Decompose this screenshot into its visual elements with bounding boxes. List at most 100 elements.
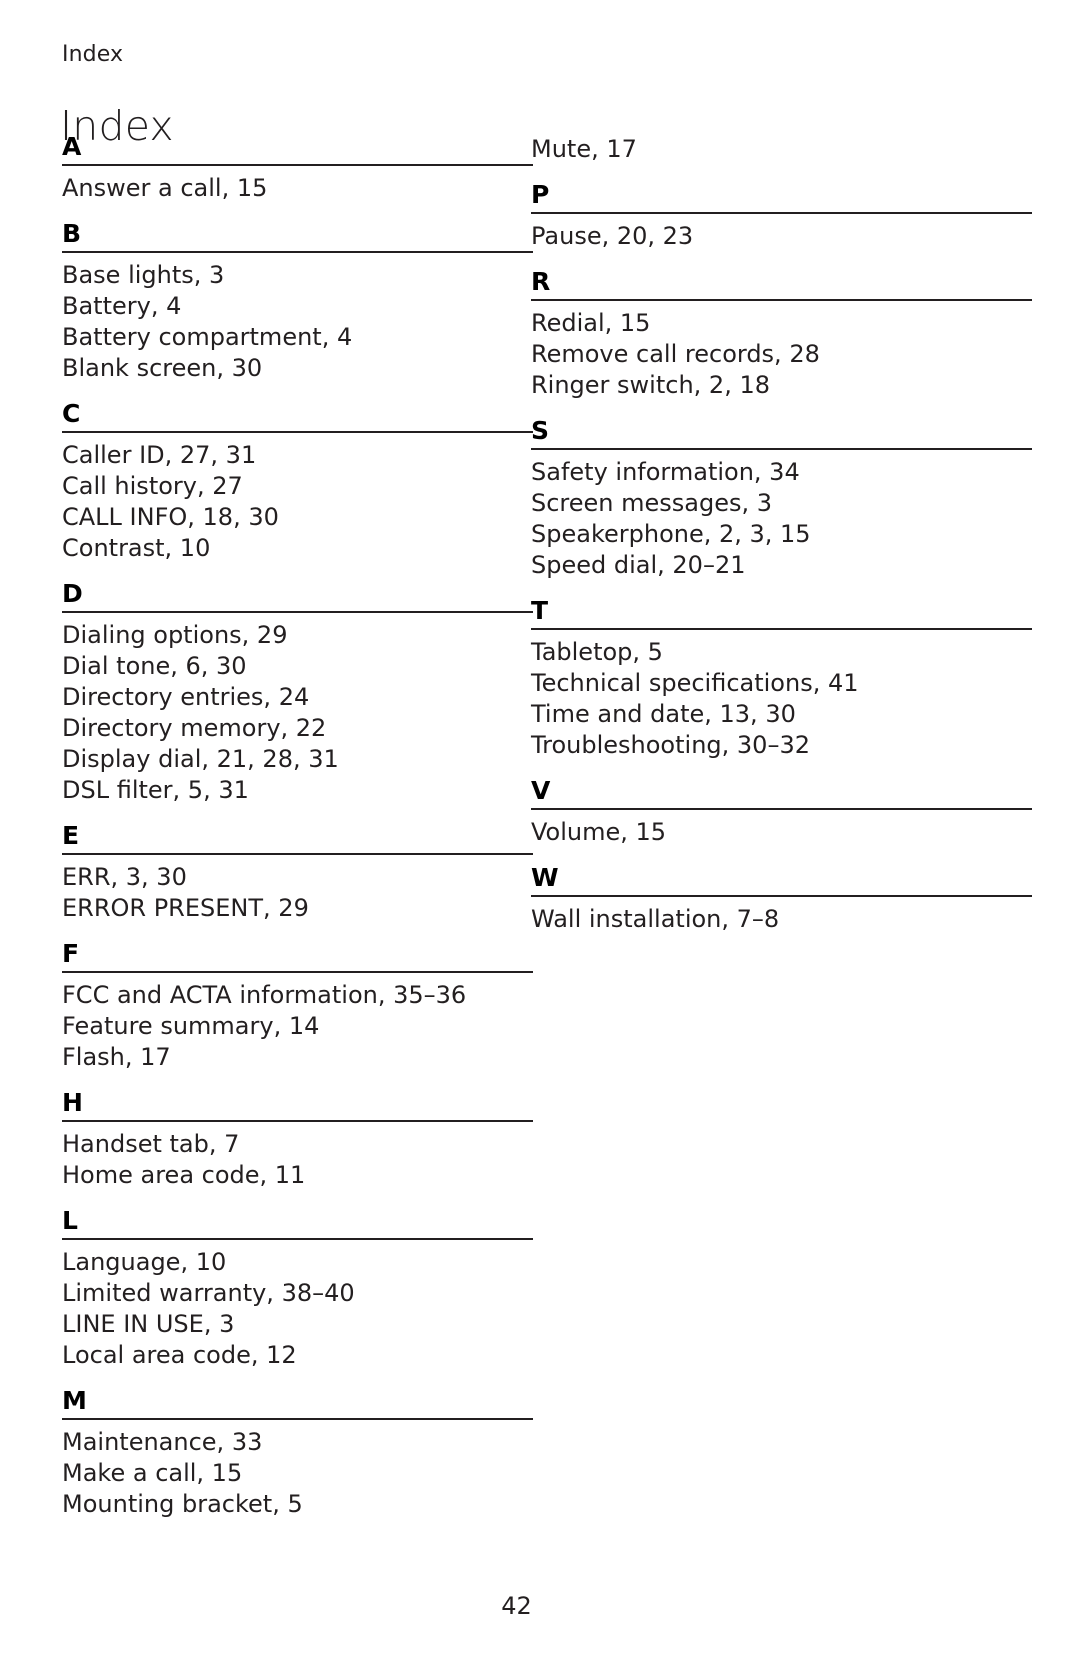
index-entry: Tabletop, 5 xyxy=(531,638,663,666)
index-entry: Mute, 17 xyxy=(531,135,637,163)
index-entry-list: FCC and ACTA information, 35–36 Feature s… xyxy=(62,973,533,1073)
index-entry-list: Answer a call, 15 xyxy=(62,166,533,204)
index-entry-list: Handset tab, 7 Home area code, 11 xyxy=(62,1122,533,1191)
index-letter-group: D Dialing options, 29 Dial tone, 6, 30 Dire… xyxy=(62,581,533,806)
index-letter-group: M Maintenance, 33 Make a call, 15 Mounting … xyxy=(62,1388,533,1520)
index-entry: DSL filter, 5, 31 xyxy=(62,776,249,804)
index-entry: ERR, 3, 30 xyxy=(62,863,187,891)
index-entry-list: Language, 10 Limited warranty, 38–40 LINE … xyxy=(62,1240,533,1371)
index-letter: M xyxy=(62,1386,87,1415)
index-entry: Volume, 15 xyxy=(531,818,667,846)
index-entry: Speakerphone, 2, 3, 15 xyxy=(531,520,811,548)
index-entry: Dialing options, 29 xyxy=(62,621,288,649)
index-entry: Base lights, 3 xyxy=(62,261,225,289)
index-entry-list: Dialing options, 29 Dial tone, 6, 30 Direc… xyxy=(62,613,533,806)
index-letter-group: L Language, 10 Limited warranty, 38–40 LINE… xyxy=(62,1208,533,1371)
index-entry: CALL INFO, 18, 30 xyxy=(62,503,279,531)
index-entry: Feature summary, 14 xyxy=(62,1012,320,1040)
index-entry: LINE IN USE, 3 xyxy=(62,1310,235,1338)
index-entry-list: Maintenance, 33 Make a call, 15 Mounting b… xyxy=(62,1420,533,1520)
index-entry: Contrast, 10 xyxy=(62,534,211,562)
index-entry-list: Redial, 15 Remove call records, 28 Ringer … xyxy=(531,301,1032,401)
index-letter-group: T Tabletop, 5 Technical specifications, 41… xyxy=(531,598,1032,761)
index-entry: Answer a call, 15 xyxy=(62,174,268,202)
index-entry: Battery, 4 xyxy=(62,292,182,320)
index-letter: V xyxy=(531,776,551,805)
index-letter-heading: B xyxy=(62,221,533,253)
index-entry: Blank screen, 30 xyxy=(62,354,263,382)
index-entry: Maintenance, 33 xyxy=(62,1428,263,1456)
index-entry: Wall installation, 7–8 xyxy=(531,905,780,933)
index-letter: P xyxy=(531,180,550,209)
index-letter-heading: T xyxy=(531,598,1032,630)
index-letter: A xyxy=(62,132,82,161)
index-letter-heading: W xyxy=(531,865,1032,897)
index-entry: Flash, 17 xyxy=(62,1043,171,1071)
index-entry-list-continuation: Mute, 17 xyxy=(531,134,1032,165)
index-letter-group: B Base lights, 3 Battery, 4 Battery compart… xyxy=(62,221,533,384)
index-letter: W xyxy=(531,863,559,892)
index-letter: R xyxy=(531,267,551,296)
index-letter: L xyxy=(62,1206,78,1235)
index-letter-heading: D xyxy=(62,581,533,613)
index-entry: Troubleshooting, 30–32 xyxy=(531,731,810,759)
index-letter-group: P Pause, 20, 23 xyxy=(531,182,1032,252)
index-letter-heading: L xyxy=(62,1208,533,1240)
index-entry: Screen messages, 3 xyxy=(531,489,773,517)
index-entry: Limited warranty, 38–40 xyxy=(62,1279,355,1307)
index-entry: ERROR PRESENT, 29 xyxy=(62,894,309,922)
index-entry-list: Safety information, 34 Screen messages, 3… xyxy=(531,450,1032,581)
index-letter-heading: A xyxy=(62,134,533,166)
index-column-left: A Answer a call, 15 B Base lights, 3 Battery… xyxy=(62,134,533,1520)
index-letter: S xyxy=(531,416,550,445)
index-entry: Make a call, 15 xyxy=(62,1459,243,1487)
index-letter: T xyxy=(531,596,549,625)
index-page: Index Index A Answer a call, 15 B Base ligh… xyxy=(0,0,1080,1665)
index-entry: Language, 10 xyxy=(62,1248,227,1276)
index-letter-group: C Caller ID, 27, 31 Call history, 27 CALL I… xyxy=(62,401,533,564)
index-letter-group: E ERR, 3, 30 ERROR PRESENT, 29 xyxy=(62,823,533,924)
index-column-right: Mute, 17 P Pause, 20, 23 R Redial, 15 Remove … xyxy=(531,134,1032,935)
index-entry: Ringer switch, 2, 18 xyxy=(531,371,770,399)
index-entry-list: Base lights, 3 Battery, 4 Battery compartm… xyxy=(62,253,533,384)
index-entry: Display dial, 21, 28, 31 xyxy=(62,745,339,773)
index-entry: Mounting bracket, 5 xyxy=(62,1490,303,1518)
index-letter-group: A Answer a call, 15 xyxy=(62,134,533,204)
index-letter-heading: V xyxy=(531,778,1032,810)
index-entry: Home area code, 11 xyxy=(62,1161,306,1189)
index-letter-heading: E xyxy=(62,823,533,855)
index-entry: Pause, 20, 23 xyxy=(531,222,694,250)
index-letter: C xyxy=(62,399,81,428)
index-entry: Directory entries, 24 xyxy=(62,683,310,711)
index-entry: FCC and ACTA information, 35–36 xyxy=(62,981,467,1009)
index-entry-list: ERR, 3, 30 ERROR PRESENT, 29 xyxy=(62,855,533,924)
index-entry: Redial, 15 xyxy=(531,309,651,337)
index-entry: Directory memory, 22 xyxy=(62,714,327,742)
index-letter: E xyxy=(62,821,80,850)
index-letter-group: V Volume, 15 xyxy=(531,778,1032,848)
index-entry-list: Tabletop, 5 Technical specifications, 41 T… xyxy=(531,630,1032,761)
index-letter-group: R Redial, 15 Remove call records, 28 Ringer… xyxy=(531,269,1032,401)
index-letter-heading: F xyxy=(62,941,533,973)
index-entry: Local area code, 12 xyxy=(62,1341,297,1369)
index-letter-heading: M xyxy=(62,1388,533,1420)
index-entry: Caller ID, 27, 31 xyxy=(62,441,257,469)
index-entry-list: Pause, 20, 23 xyxy=(531,214,1032,252)
index-entry-list: Wall installation, 7–8 xyxy=(531,897,1032,935)
index-letter-group: H Handset tab, 7 Home area code, 11 xyxy=(62,1090,533,1191)
index-entry: Safety information, 34 xyxy=(531,458,800,486)
index-entry-list: Caller ID, 27, 31 Call history, 27 CALL IN… xyxy=(62,433,533,564)
index-letter-group: S Safety information, 34 Screen messages, … xyxy=(531,418,1032,581)
index-entry-list: Volume, 15 xyxy=(531,810,1032,848)
index-entry: Technical specifications, 41 xyxy=(531,669,859,697)
index-letter: B xyxy=(62,219,82,248)
index-letter-group: W Wall installation, 7–8 xyxy=(531,865,1032,935)
index-entry: Remove call records, 28 xyxy=(531,340,820,368)
index-entry: Dial tone, 6, 30 xyxy=(62,652,247,680)
page-number: 42 xyxy=(501,1592,532,1620)
index-letter: D xyxy=(62,579,83,608)
index-letter: H xyxy=(62,1088,83,1117)
index-entry: Battery compartment, 4 xyxy=(62,323,353,351)
index-letter-heading: S xyxy=(531,418,1032,450)
index-letter-group: F FCC and ACTA information, 35–36 Feature … xyxy=(62,941,533,1073)
